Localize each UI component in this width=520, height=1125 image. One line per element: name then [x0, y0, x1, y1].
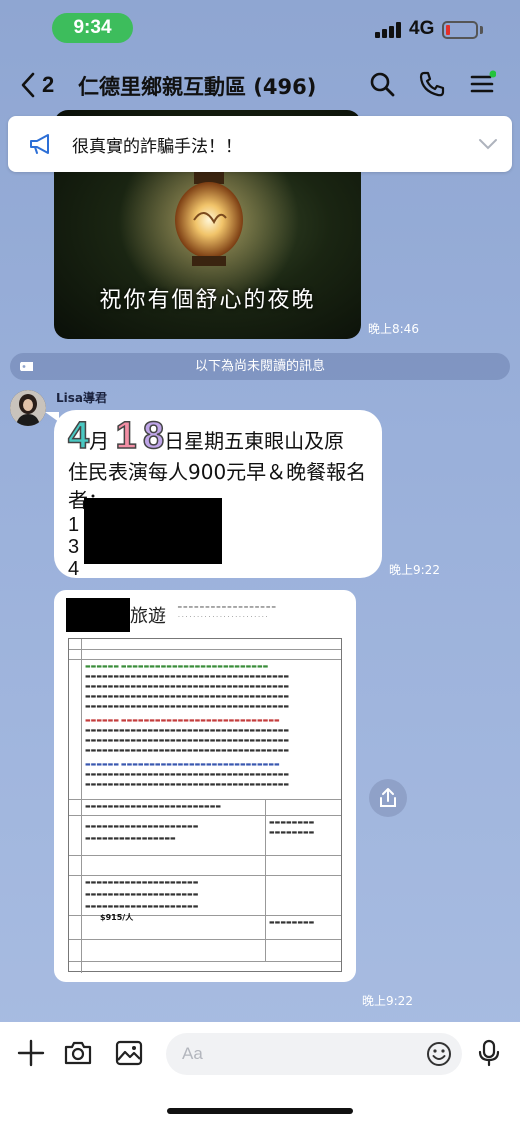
megaphone-icon — [30, 134, 49, 154]
unread-divider-text: 以下為尚未閱讀的訊息 — [194, 359, 325, 374]
unread-count: 2 — [42, 72, 55, 97]
camera-icon[interactable] — [63, 1038, 93, 1068]
message-line-2: 住民表演每人900元早＆晚餐報名 — [68, 460, 367, 484]
back-button[interactable]: 2 — [20, 70, 54, 100]
month-suffix: 月 — [89, 429, 110, 453]
chevron-left-icon — [21, 72, 35, 98]
share-button[interactable] — [369, 779, 407, 817]
day-digit-2: 8 — [142, 415, 165, 457]
message-input[interactable] — [166, 1033, 462, 1075]
tag-icon — [20, 362, 33, 371]
menu-icon[interactable] — [468, 70, 496, 98]
avatar[interactable] — [10, 390, 46, 426]
image-caption: 祝你有個舒心的夜晚 — [99, 288, 316, 313]
announcement-text: 很真實的詐騙手法！！ — [72, 137, 242, 157]
signal-icon — [375, 22, 403, 38]
search-icon[interactable] — [368, 70, 396, 98]
doc-price: $915/人 — [100, 913, 134, 922]
message-time: 晚上9:22 — [362, 994, 413, 1008]
unread-divider: 以下為尚未閱讀的訊息 — [10, 353, 510, 380]
message-line-1-rest: 日星期五東眼山及原 — [164, 429, 345, 453]
chevron-down-icon[interactable] — [478, 138, 498, 150]
doc-header-text: ━ ━ ━ ━ ━ ━ ━ ━ ━ ━ ━ ━ ━ ━ ━ ━ ━ ━ — [178, 604, 276, 611]
chat-header: 2 仁德里鄉親互動區 (496) — [0, 56, 520, 112]
month-digit: 4 — [67, 415, 90, 457]
share-icon — [380, 788, 396, 807]
mic-icon[interactable] — [474, 1038, 504, 1068]
avatar-picture — [10, 390, 46, 426]
doc-logo-redacted — [66, 598, 130, 632]
phone-icon[interactable] — [418, 70, 446, 98]
message-line-1: 4月 1 8日星期五東眼山及原 — [67, 416, 368, 457]
doc-header-text: · · · · · · · · · · · · · · · · · · · · … — [178, 614, 268, 621]
home-indicator — [167, 1108, 353, 1114]
image-message-document[interactable]: 旅遊 ━ ━ ━ ━ ━ ━ ━ ━ ━ ━ ━ ━ ━ ━ ━ ━ ━ ━ ·… — [54, 590, 356, 982]
sender-name: Lisa導君 — [56, 391, 108, 405]
battery-icon — [442, 21, 478, 39]
plus-icon[interactable] — [16, 1038, 46, 1068]
emoji-icon[interactable] — [425, 1040, 453, 1068]
message-time: 晚上9:22 — [389, 563, 440, 577]
doc-brand: 旅遊 — [130, 606, 166, 627]
status-time[interactable]: 9:34 — [52, 13, 133, 43]
image-icon[interactable] — [114, 1038, 144, 1068]
redacted-block — [84, 498, 222, 564]
message-time: 晚上8:46 — [368, 322, 419, 336]
network-type: 4G — [409, 18, 435, 39]
chat-title: 仁德里鄉親互動區 (496) — [78, 75, 317, 99]
status-bar: 9:34 4G — [0, 0, 520, 56]
announcement-banner[interactable]: 很真實的詐騙手法！！ — [8, 116, 512, 172]
day-digit-1: 1 — [115, 415, 138, 457]
battery-cap — [480, 26, 483, 34]
